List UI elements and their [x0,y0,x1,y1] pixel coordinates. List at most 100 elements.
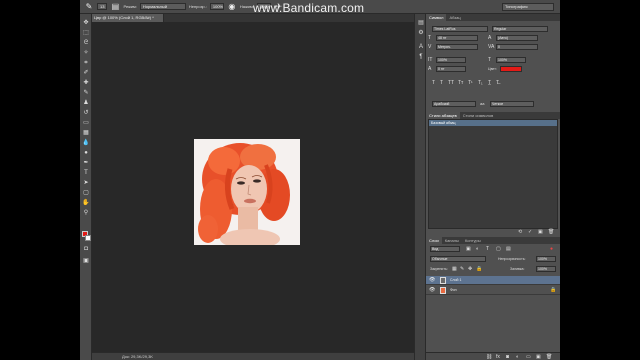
history-panel-icon[interactable]: ▤ [417,20,425,27]
shape-tool-icon[interactable]: ▢ [82,190,90,197]
new-style-icon[interactable]: ▣ [538,229,543,235]
tab-character-styles[interactable]: Стили символов [460,112,497,119]
lock-all-icon[interactable]: 🔒 [476,266,482,272]
adjustment-layer-icon[interactable]: ◐ [516,354,519,360]
vertical-scale-field[interactable]: 100% [436,57,466,63]
filter-adjust-icon[interactable]: ◐ [476,246,479,252]
layer-opacity-field[interactable]: 100% [536,256,556,262]
layer-opacity-label: Непрозрачность: [498,257,526,261]
document-image[interactable] [194,139,300,245]
dodge-tool-icon[interactable]: ● [82,150,90,157]
paragraph-panel-icon[interactable]: ¶ [417,54,425,61]
quick-mask-icon[interactable]: ◘ [82,246,90,253]
lock-transparency-icon[interactable]: ▦ [452,266,457,272]
brush-tool-icon[interactable]: ✎ [82,90,90,97]
zoom-tool-icon[interactable]: ⚲ [82,210,90,217]
all-caps-button[interactable]: TT [448,80,454,86]
brush-panel-icon[interactable]: ▤ [110,2,120,12]
layer-name[interactable]: Фон [450,286,457,295]
crop-tool-icon[interactable]: ⌗ [82,60,90,67]
subscript-button[interactable]: T₁ [478,80,483,86]
healing-tool-icon[interactable]: ✚ [82,80,90,87]
redefine-style-icon[interactable]: ✓ [528,229,532,235]
tab-paragraph-styles[interactable]: Стили абзацев [426,112,460,119]
blend-mode-select[interactable]: Обычные [430,256,486,262]
lock-pixels-icon[interactable]: ✎ [460,266,464,272]
underline-button[interactable]: T̲ [488,80,491,86]
layer-style-icon[interactable]: fx [496,354,500,360]
brush-size-picker[interactable]: 13 [97,3,108,10]
faux-italic-button[interactable]: T [440,80,443,86]
delete-layer-icon[interactable]: 🗑 [546,354,552,360]
font-size-field[interactable]: 48 пт [436,35,478,41]
tab-paragraph[interactable]: Абзац [446,14,463,21]
background-color-swatch[interactable] [85,235,91,241]
move-tool-icon[interactable]: ✥ [82,20,90,27]
blur-tool-icon[interactable]: 💧 [82,140,90,147]
kerning-field[interactable]: Метрич. [436,44,478,50]
screen-mode-icon[interactable]: ▣ [82,258,90,265]
filter-type-icon[interactable]: T [486,246,489,252]
tracking-field[interactable]: 0 [496,44,538,50]
font-style-select[interactable]: Regular [492,26,548,32]
opacity-field[interactable]: 100% [209,3,224,10]
link-layers-icon[interactable]: ⛓ [486,354,492,360]
tab-channels[interactable]: Каналы [442,237,462,244]
superscript-button[interactable]: T¹ [468,80,473,86]
document-tab[interactable]: Цвр @ 100% (Слой 1, RGB/8#) * [92,14,164,22]
tab-layers[interactable]: Слои [426,237,442,244]
filter-shape-icon[interactable]: ▢ [496,246,501,252]
tracking-icon: VA [488,44,495,50]
table-row[interactable]: 👁 Слой 1 [426,276,560,285]
type-tool-icon[interactable]: T [82,170,90,177]
leading-field[interactable]: (Авто) [496,35,538,41]
hand-tool-icon[interactable]: ✋ [82,200,90,207]
character-panel-icon[interactable]: A [417,44,425,51]
lasso-tool-icon[interactable]: ᘓ [82,40,90,47]
filter-pixel-icon[interactable]: ▣ [466,246,471,252]
list-item[interactable]: Базовый абзац [429,120,557,126]
path-select-tool-icon[interactable]: ➤ [82,180,90,187]
clear-override-icon[interactable]: ⟲ [518,229,522,235]
small-caps-button[interactable]: Tт [458,80,463,86]
eye-icon[interactable]: 👁 [429,276,435,285]
table-row[interactable]: 👁 Фон 🔒 [426,286,560,295]
horizontal-scale-icon: T [488,57,492,63]
layer-name[interactable]: Слой 1 [450,276,461,285]
baseline-shift-field[interactable]: 0 пт [436,66,466,72]
tab-character[interactable]: Символ [426,14,447,21]
eyedropper-tool-icon[interactable]: ✐ [82,70,90,77]
gradient-tool-icon[interactable]: ▦ [82,130,90,137]
workspace-select[interactable]: Типография [502,3,554,11]
language-select[interactable]: Арабский [432,101,476,107]
font-family-select[interactable]: Times LatRus [432,26,488,32]
pressure-opacity-icon[interactable]: ◉ [227,2,237,12]
properties-panel-icon[interactable]: ⚙ [417,30,425,37]
mode-select[interactable]: Нормальный [139,3,186,10]
delete-style-icon[interactable]: 🗑 [548,229,554,235]
new-layer-icon[interactable]: ▣ [536,354,541,360]
layer-filter-select[interactable]: Вид [430,246,460,252]
lock-position-icon[interactable]: ✥ [468,266,472,272]
add-mask-icon[interactable]: ◙ [506,354,509,360]
faux-bold-button[interactable]: T [432,80,435,86]
pen-tool-icon[interactable]: ✒ [82,160,90,167]
filter-smart-icon[interactable]: ▤ [506,246,511,252]
eraser-tool-icon[interactable]: ▭ [82,120,90,127]
marquee-tool-icon[interactable]: ⬚ [82,30,90,37]
history-brush-tool-icon[interactable]: ↺ [82,110,90,117]
kerning-icon: V [428,44,432,50]
filter-toggle-icon[interactable]: ● [550,246,553,252]
eye-icon[interactable]: 👁 [429,286,435,295]
document-size-readout[interactable]: Док: 29,3K/29,3K [122,354,153,359]
strikethrough-button[interactable]: T̶ [496,80,499,86]
new-group-icon[interactable]: ▭ [526,354,531,360]
antialias-select[interactable]: Четкое [490,101,534,107]
stamp-tool-icon[interactable]: ♟ [82,100,90,107]
horizontal-scale-field[interactable]: 100% [496,57,526,63]
fill-field[interactable]: 100% [536,266,556,272]
tab-paths[interactable]: Контуры [462,237,484,244]
brush-tool-icon[interactable]: ✎ [84,2,94,12]
quick-select-tool-icon[interactable]: ✧ [82,50,90,57]
text-color-swatch[interactable] [500,66,522,72]
